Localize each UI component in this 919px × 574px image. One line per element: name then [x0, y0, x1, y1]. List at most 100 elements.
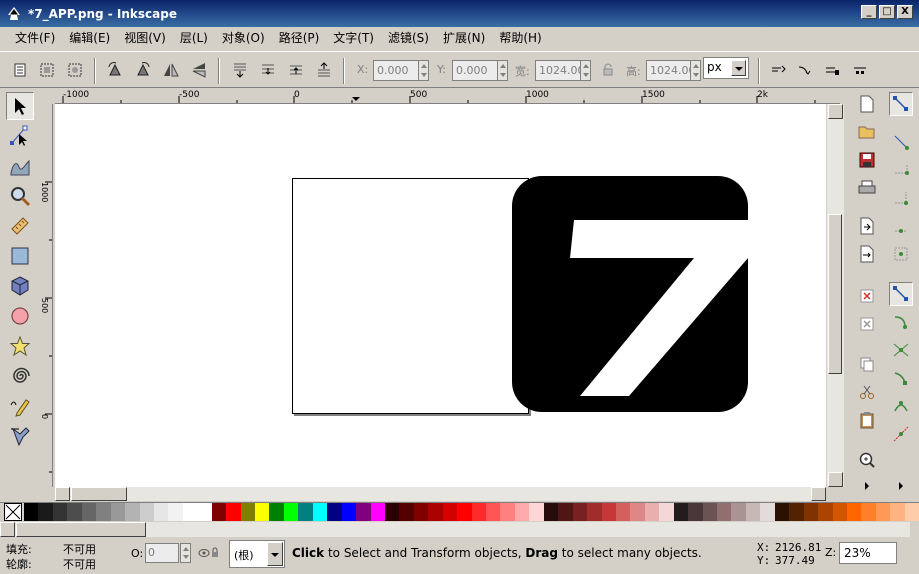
- color-swatch[interactable]: [688, 503, 703, 521]
- color-swatch[interactable]: [341, 503, 357, 521]
- tweak-tool[interactable]: [6, 152, 34, 180]
- cut-button[interactable]: [855, 380, 879, 404]
- copy-button[interactable]: [855, 352, 879, 376]
- color-swatch[interactable]: [659, 503, 674, 521]
- new-document-button[interactable]: [855, 92, 879, 116]
- color-swatch[interactable]: [139, 503, 154, 521]
- vertical-scroll-thumb[interactable]: [828, 214, 842, 374]
- move-gradients-button[interactable]: [820, 58, 844, 82]
- print-button[interactable]: [855, 176, 879, 200]
- ellipse-tool[interactable]: [6, 302, 34, 330]
- menu-edit[interactable]: 编辑(E): [62, 28, 117, 48]
- export-button[interactable]: [855, 242, 879, 266]
- height-input[interactable]: 1024.00: [646, 60, 696, 81]
- color-swatch[interactable]: [110, 503, 126, 521]
- height-spinner[interactable]: [690, 60, 701, 81]
- color-swatch[interactable]: [818, 503, 833, 521]
- no-paint-swatch[interactable]: [4, 503, 22, 521]
- color-swatch[interactable]: [269, 503, 284, 521]
- color-swatch[interactable]: [211, 503, 227, 521]
- opacity-input[interactable]: 0: [145, 543, 179, 563]
- snap-paths-button[interactable]: [889, 310, 913, 334]
- minimize-button[interactable]: _: [861, 5, 877, 19]
- color-swatch[interactable]: [500, 503, 515, 521]
- zoom-selection-button[interactable]: [855, 448, 879, 472]
- selector-tool[interactable]: [6, 92, 34, 120]
- menu-object[interactable]: 对象(O): [215, 28, 272, 48]
- snap-bbox-corner-button[interactable]: [889, 186, 913, 210]
- width-input[interactable]: 1024.00: [535, 60, 585, 81]
- move-patterns-button[interactable]: [848, 58, 872, 82]
- color-swatch[interactable]: [413, 503, 429, 521]
- menu-help[interactable]: 帮助(H): [492, 28, 548, 48]
- color-swatch[interactable]: [197, 503, 212, 521]
- opacity-spinner[interactable]: [180, 543, 191, 563]
- color-swatch[interactable]: [745, 503, 761, 521]
- color-swatch[interactable]: [601, 503, 616, 521]
- snap-bbox-center-button[interactable]: [889, 242, 913, 266]
- lower-button[interactable]: [256, 58, 280, 82]
- paste-button[interactable]: [855, 408, 879, 432]
- redo-button[interactable]: [855, 312, 879, 336]
- rectangle-tool[interactable]: [6, 242, 34, 270]
- snap-cusp-nodes-button[interactable]: [889, 366, 913, 390]
- color-swatch[interactable]: [846, 503, 862, 521]
- menu-layer[interactable]: 层(L): [173, 28, 215, 48]
- color-swatch[interactable]: [630, 503, 645, 521]
- color-swatch[interactable]: [67, 503, 82, 521]
- lower-to-bottom-button[interactable]: [228, 58, 252, 82]
- color-swatch[interactable]: [890, 503, 905, 521]
- color-swatch[interactable]: [731, 503, 746, 521]
- color-swatch[interactable]: [356, 503, 371, 521]
- color-swatch[interactable]: [861, 503, 876, 521]
- color-swatch[interactable]: [904, 503, 919, 521]
- color-swatch[interactable]: [312, 503, 328, 521]
- color-swatch[interactable]: [442, 503, 458, 521]
- palette-scroll-left-arrow[interactable]: [0, 522, 15, 537]
- color-swatch[interactable]: [399, 503, 414, 521]
- color-swatch[interactable]: [558, 503, 573, 521]
- spiral-tool[interactable]: [6, 362, 34, 390]
- color-swatch[interactable]: [283, 503, 299, 521]
- x-input[interactable]: 0.000: [373, 60, 419, 81]
- snap-intersections-button[interactable]: [889, 338, 913, 362]
- invert-selection-button[interactable]: [63, 58, 87, 82]
- node-tool[interactable]: [6, 122, 34, 150]
- color-swatch[interactable]: [644, 503, 660, 521]
- scroll-right-arrow[interactable]: [811, 487, 826, 501]
- color-swatch[interactable]: [760, 503, 775, 521]
- select-all-button[interactable]: [8, 58, 32, 82]
- maximize-button[interactable]: □: [879, 5, 895, 19]
- import-button[interactable]: [855, 214, 879, 238]
- color-swatch[interactable]: [327, 503, 342, 521]
- zoom-tool[interactable]: [6, 182, 34, 210]
- unit-select[interactable]: px: [703, 57, 749, 79]
- color-swatch[interactable]: [514, 503, 530, 521]
- open-button[interactable]: [855, 120, 879, 144]
- vertical-scrollbar[interactable]: [827, 104, 844, 487]
- color-swatch[interactable]: [615, 503, 631, 521]
- menu-file[interactable]: 文件(F): [8, 28, 62, 48]
- color-swatch[interactable]: [587, 503, 602, 521]
- color-swatch[interactable]: [182, 503, 198, 521]
- menu-view[interactable]: 视图(V): [117, 28, 173, 48]
- color-swatch[interactable]: [673, 503, 689, 521]
- scale-stroke-button[interactable]: [766, 58, 790, 82]
- color-swatch[interactable]: [298, 503, 313, 521]
- y-input[interactable]: 0.000: [452, 60, 498, 81]
- snap-toggle-button[interactable]: [889, 92, 913, 116]
- select-all-layers-button[interactable]: [35, 58, 59, 82]
- scroll-up-arrow[interactable]: [828, 104, 843, 119]
- layer-select[interactable]: (根): [229, 540, 285, 568]
- color-swatch[interactable]: [543, 503, 559, 521]
- star-tool[interactable]: [6, 332, 34, 360]
- 3d-box-tool[interactable]: [6, 272, 34, 300]
- color-swatch[interactable]: [428, 503, 443, 521]
- snap-bbox-edge-button[interactable]: [889, 158, 913, 182]
- snap-bbox-button[interactable]: [889, 130, 913, 154]
- color-swatch[interactable]: [96, 503, 111, 521]
- zoom-input[interactable]: 23%: [839, 542, 897, 564]
- color-swatch[interactable]: [38, 503, 53, 521]
- color-swatch[interactable]: [81, 503, 97, 521]
- scroll-down-arrow[interactable]: [828, 472, 843, 487]
